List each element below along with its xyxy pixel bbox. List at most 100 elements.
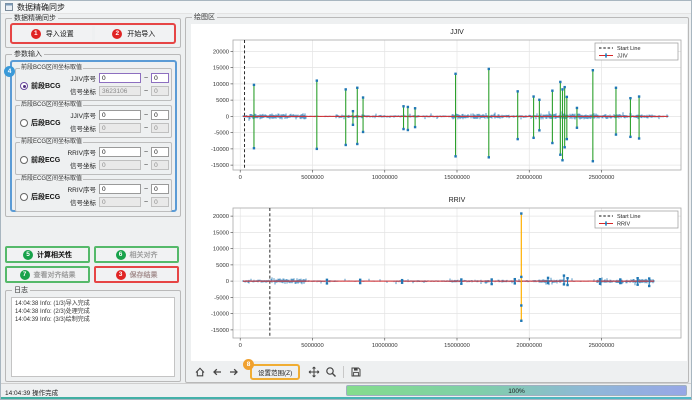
value-to-input [151, 197, 169, 207]
svg-text:JJIV: JJIV [617, 54, 628, 60]
param-section-3: 后段ECG区间坐标取值后段ECGRRIV序号~信号坐标~ [15, 179, 172, 212]
value-to-input[interactable] [151, 184, 169, 194]
step-badge-8: 8 [243, 359, 254, 370]
log-entry: 14:04:38 Info: (2/3)处理完成 [15, 308, 171, 316]
params-annotation-rect: 4 前段BCG区间坐标取值前段BCGJJIV序号~信号坐标~后段BCG区间坐标取… [10, 60, 177, 212]
radio-后段BCG: 后段BCG [20, 118, 61, 128]
radio-button[interactable] [20, 193, 28, 201]
svg-text:25000000: 25000000 [589, 175, 615, 181]
svg-text:-15000: -15000 [211, 328, 229, 334]
save-icon[interactable] [349, 365, 363, 379]
pan-icon[interactable] [307, 365, 321, 379]
range-tilde: ~ [144, 162, 148, 169]
calc-correlation-button[interactable]: 5 计算相关性 [5, 246, 90, 263]
radio-前段ECG: 前段ECG [20, 155, 60, 165]
value-from-input[interactable] [99, 147, 141, 157]
param-section-2: 前段ECG区间坐标取值前段ECG RRIV序号 ~ 信号坐标 ~ [15, 142, 172, 175]
save-results-button[interactable]: 3保存结果 [94, 266, 179, 283]
svg-text:10000000: 10000000 [372, 343, 398, 349]
sync-group: 数据精确同步 1导入设置2开始导入 [5, 18, 181, 48]
field-label: 信号坐标 [64, 86, 96, 96]
import-annotation-rect: 1导入设置2开始导入 [10, 23, 176, 44]
app-icon [5, 3, 13, 11]
svg-text:Start Line: Start Line [617, 214, 641, 220]
svg-text:-10000: -10000 [211, 312, 229, 318]
step-badge-5: 5 [23, 250, 33, 260]
log-entry: 14:04:39 Info: (3/3)绘制完成 [15, 316, 171, 324]
value-from-input[interactable] [99, 73, 141, 83]
field-label: JJIV序号 [64, 110, 96, 120]
start-import-button[interactable]: 2开始导入 [95, 26, 174, 41]
value-to-input[interactable] [151, 110, 169, 120]
button-label: 查看对齐结果 [34, 270, 76, 280]
svg-text:10000: 10000 [213, 82, 229, 88]
param-row-1: 信号坐标~ [64, 197, 169, 207]
field-label: 信号坐标 [64, 160, 96, 170]
plot-area-group: 绘图区 050000001000000015000000200000002500… [185, 17, 689, 383]
range-tilde: ~ [144, 88, 148, 95]
set-range-button[interactable]: 设置范围(Z)8 [250, 364, 300, 380]
correlate-align-button[interactable]: 6相关对齐 [94, 246, 179, 263]
value-to-input[interactable] [151, 73, 169, 83]
figure-canvas: 0500000010000000150000002000000025000000… [191, 24, 687, 361]
svg-text:5000: 5000 [216, 98, 229, 104]
svg-text:RRIV: RRIV [449, 197, 466, 204]
svg-text:0: 0 [226, 279, 229, 285]
window-border [1, 397, 691, 399]
svg-text:5000000: 5000000 [301, 343, 324, 349]
param-row-0: RRIV序号 ~ [64, 147, 169, 157]
radio-button[interactable] [20, 156, 28, 164]
zoom-icon[interactable] [324, 365, 338, 379]
params-group-label: 参数输入 [12, 50, 44, 59]
log-box: 14:04:38 Info: (1/3)导入完成14:04:38 Info: (… [11, 297, 175, 377]
radio-button[interactable] [20, 119, 28, 127]
plot-area-label: 绘图区 [192, 13, 217, 22]
radio-label: 前段BCG [31, 81, 61, 91]
set-range-label: 设置范围(Z) [258, 370, 292, 377]
field-label: RRIV序号 [64, 147, 96, 157]
value-to-input[interactable] [151, 147, 169, 157]
value-from-input [99, 123, 141, 133]
step-badge-7: 7 [20, 270, 30, 280]
button-label: 保存结果 [130, 270, 158, 280]
radio-button[interactable] [20, 82, 28, 90]
param-row-0: JJIV序号~ [64, 110, 169, 120]
param-section-1: 后段BCG区间坐标取值后段BCGJJIV序号~信号坐标~ [15, 105, 172, 138]
params-group: 参数输入 4 前段BCG区间坐标取值前段BCGJJIV序号~信号坐标~后段BCG… [5, 54, 181, 217]
svg-text:15000000: 15000000 [444, 175, 470, 181]
svg-text:Start Line: Start Line [617, 46, 641, 52]
svg-text:5000: 5000 [216, 263, 229, 269]
step-badge-2: 2 [112, 29, 122, 39]
value-from-input [99, 197, 141, 207]
param-section-0: 前段BCG区间坐标取值前段BCGJJIV序号~信号坐标~ [15, 68, 172, 101]
svg-text:-15000: -15000 [211, 163, 229, 169]
radio-label: 前段ECG [31, 155, 60, 165]
value-from-input[interactable] [99, 184, 141, 194]
step-badge-6: 6 [116, 250, 126, 260]
param-section-title: 前段ECG区间坐标取值 [20, 139, 83, 146]
jjiv-chart[interactable]: 0500000010000000150000002000000025000000… [191, 24, 687, 192]
progress-label: 100% [347, 388, 686, 395]
back-icon[interactable] [210, 365, 224, 379]
param-section-title: 后段ECG区间坐标取值 [20, 176, 83, 183]
svg-text:-5000: -5000 [214, 131, 229, 137]
svg-text:20000: 20000 [213, 49, 229, 55]
svg-text:0: 0 [226, 114, 229, 120]
range-tilde: ~ [144, 199, 148, 206]
param-row-1: 信号坐标~ [64, 123, 169, 133]
rriv-chart[interactable]: 0500000010000000150000002000000025000000… [191, 192, 687, 360]
range-tilde: ~ [144, 149, 148, 156]
view-alignment-button[interactable]: 7 查看对齐结果 [5, 266, 90, 283]
svg-text:10000: 10000 [213, 247, 229, 253]
import-settings-button[interactable]: 1导入设置 [13, 26, 92, 41]
window-title: 数据精确同步 [17, 2, 65, 13]
home-icon[interactable] [193, 365, 207, 379]
button-label: 计算相关性 [37, 250, 72, 260]
param-row-0: RRIV序号~ [64, 184, 169, 194]
svg-text:-5000: -5000 [214, 295, 229, 301]
range-tilde: ~ [144, 125, 148, 132]
value-from-input[interactable] [99, 110, 141, 120]
step-badge-4: 4 [4, 66, 15, 77]
step-badge-1: 1 [31, 29, 41, 39]
forward-icon[interactable] [227, 365, 241, 379]
